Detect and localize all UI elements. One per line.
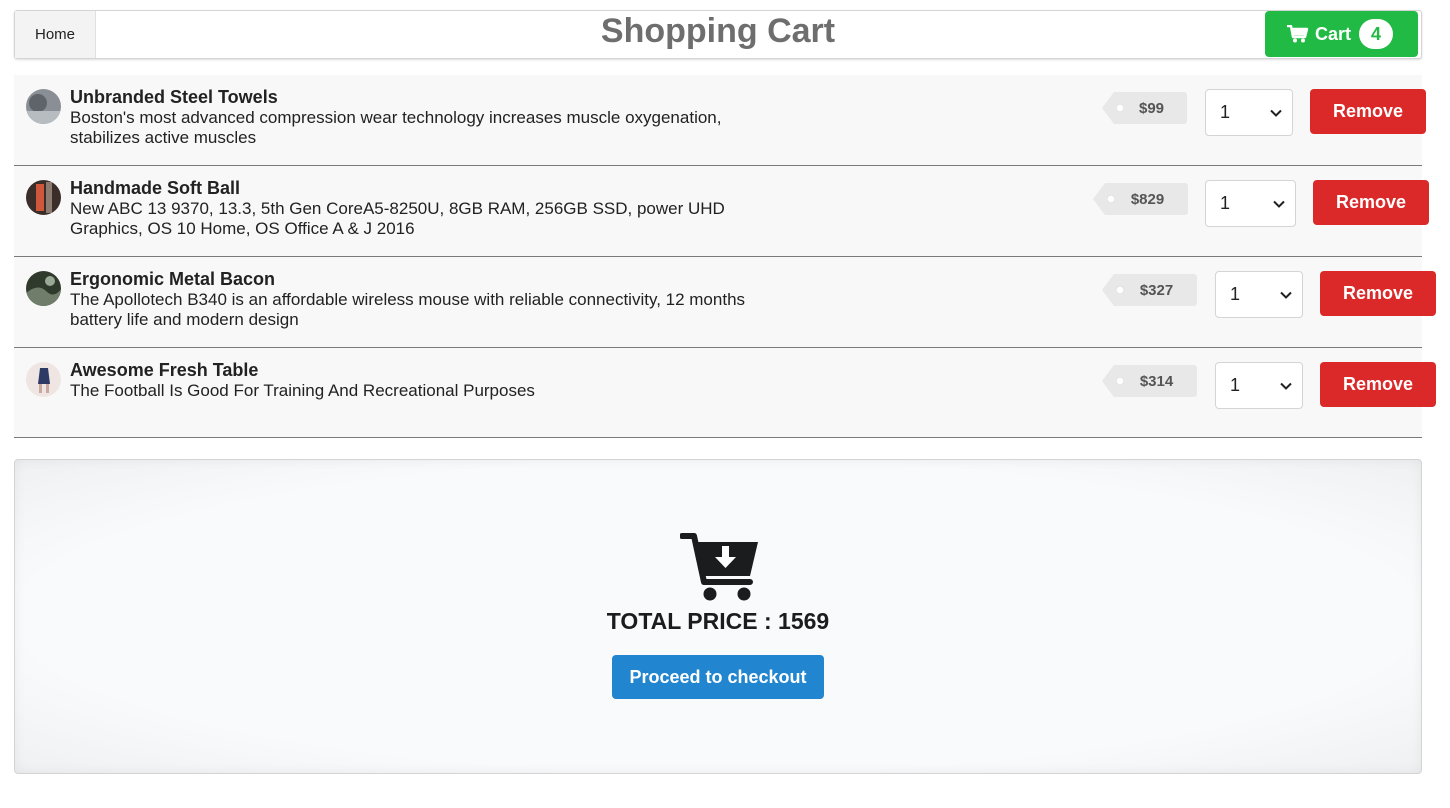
remove-button[interactable]: Remove	[1320, 362, 1436, 407]
checkout-summary: TOTAL PRICE : 1569 Proceed to checkout	[14, 459, 1422, 774]
quantity-select[interactable]: 1	[1215, 362, 1303, 409]
product-thumbnail-icon	[26, 180, 61, 215]
chevron-down-icon	[1273, 200, 1285, 208]
cart-button[interactable]: Cart 4	[1265, 11, 1418, 57]
tag-hole-icon	[1116, 104, 1124, 112]
price-tag: $829	[1093, 183, 1188, 215]
item-name: Handmade Soft Ball	[70, 178, 241, 198]
quantity-value: 1	[1220, 193, 1231, 213]
price-tag: $327	[1102, 274, 1197, 306]
item-price: $314	[1139, 372, 1174, 390]
quantity-select[interactable]: 1	[1215, 271, 1303, 318]
product-thumbnail-icon	[26, 89, 61, 124]
remove-button[interactable]: Remove	[1313, 180, 1429, 225]
quantity-value: 1	[1230, 284, 1241, 304]
cart-items-list: Unbranded Steel Towels Boston's most adv…	[14, 75, 1436, 438]
product-thumbnail-icon	[26, 271, 61, 306]
price-tag: $314	[1102, 365, 1197, 397]
remove-button[interactable]: Remove	[1320, 271, 1436, 316]
item-price: $99	[1138, 99, 1165, 117]
top-menu-bar: Home Shopping Cart Cart 4	[14, 10, 1422, 59]
item-description: The Football Is Good For Training And Re…	[70, 381, 535, 400]
cart-item: Awesome Fresh Table The Football Is Good…	[14, 348, 1436, 438]
quantity-value: 1	[1220, 102, 1231, 122]
item-description: Boston's most advanced compression wear …	[70, 108, 722, 147]
product-thumbnail-icon	[26, 362, 61, 397]
page-title: Shopping Cart	[600, 12, 836, 50]
cart-item: Handmade Soft Ball New ABC 13 9370, 13.3…	[14, 166, 1429, 257]
shopping-cart-icon	[1287, 25, 1309, 43]
quantity-select[interactable]: 1	[1205, 180, 1296, 227]
quantity-select[interactable]: 1	[1205, 89, 1293, 136]
chevron-down-icon	[1280, 291, 1292, 299]
price-tag: $99	[1102, 92, 1187, 124]
item-name: Ergonomic Metal Bacon	[70, 269, 276, 289]
item-name: Unbranded Steel Towels	[70, 87, 278, 107]
remove-button[interactable]: Remove	[1310, 89, 1426, 134]
chevron-down-icon	[1280, 382, 1292, 390]
cart-download-icon	[680, 533, 758, 601]
item-description: New ABC 13 9370, 13.3, 5th Gen CoreA5-82…	[70, 199, 725, 238]
item-price: $327	[1139, 281, 1174, 299]
home-menu-item[interactable]: Home	[15, 11, 96, 58]
cart-item: Unbranded Steel Towels Boston's most adv…	[14, 75, 1426, 166]
tag-hole-icon	[1107, 195, 1115, 203]
cart-label: Cart	[1315, 23, 1352, 44]
item-price: $829	[1130, 190, 1165, 208]
total-price: TOTAL PRICE : 1569	[606, 608, 830, 634]
item-name: Awesome Fresh Table	[70, 360, 259, 380]
chevron-down-icon	[1270, 109, 1282, 117]
cart-item: Ergonomic Metal Bacon The Apollotech B34…	[14, 257, 1436, 348]
cart-count-badge: 4	[1359, 19, 1394, 49]
proceed-to-checkout-button[interactable]: Proceed to checkout	[612, 655, 824, 699]
item-description: The Apollotech B340 is an affordable wir…	[70, 290, 746, 329]
tag-hole-icon	[1116, 377, 1124, 385]
tag-hole-icon	[1116, 286, 1124, 294]
quantity-value: 1	[1230, 375, 1241, 395]
